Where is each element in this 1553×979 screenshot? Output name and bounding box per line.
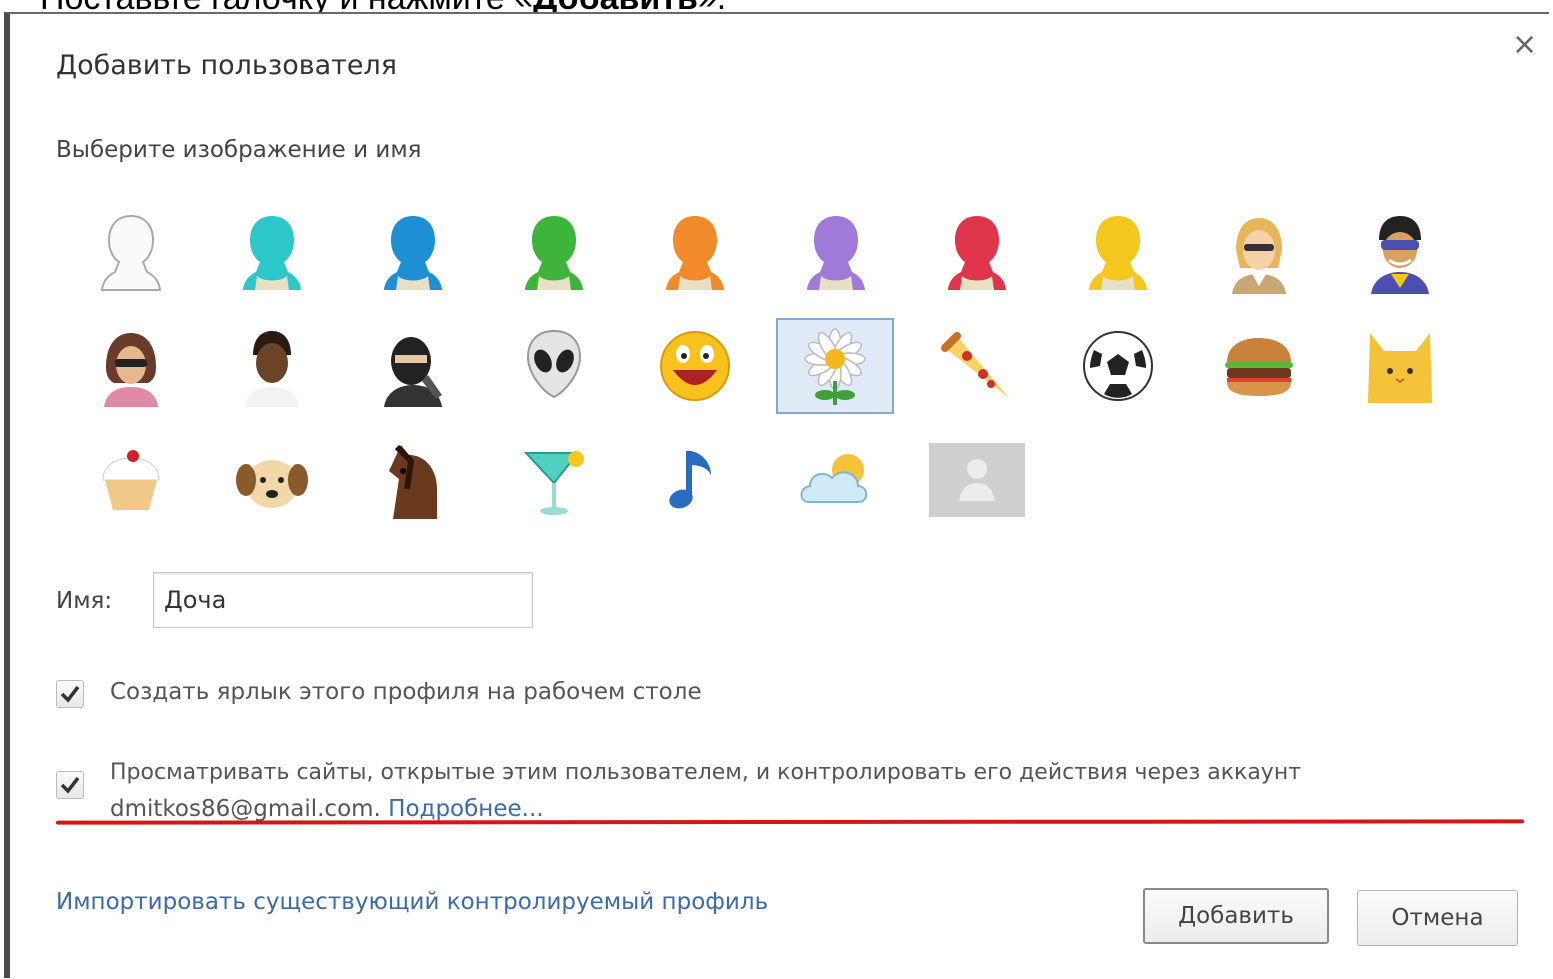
dialog-subtitle: Выберите изображение и имя — [56, 137, 422, 163]
shortcut-checkbox[interactable] — [56, 680, 84, 708]
avatar-businesswoman-icon[interactable] — [1200, 205, 1318, 301]
name-input[interactable] — [153, 572, 533, 628]
avatar-horse-icon[interactable] — [354, 432, 472, 528]
import-supervised-profile-link[interactable]: Импортировать существующий контролируемы… — [56, 889, 768, 915]
avatar-silhouette-purple-icon[interactable] — [777, 205, 895, 301]
avatar-superhero-icon[interactable] — [1341, 205, 1459, 301]
avatar-silhouette-orange-icon[interactable] — [636, 205, 754, 301]
checkmark-icon — [60, 776, 80, 794]
close-icon[interactable]: × — [1512, 30, 1537, 60]
avatar-silhouette-green-icon[interactable] — [495, 205, 613, 301]
avatar-music-note-icon[interactable] — [636, 432, 754, 528]
avatar-cupcake-icon[interactable] — [72, 432, 190, 528]
avatar-burger-icon[interactable] — [1200, 318, 1318, 414]
avatar-silhouette-yellow-icon[interactable] — [1059, 205, 1177, 301]
cancel-button[interactable]: Отмена — [1357, 890, 1518, 946]
avatar-flower-icon[interactable] — [776, 318, 894, 414]
avatar-cloud-sun-icon[interactable] — [777, 432, 895, 528]
avatar-cocktail-icon[interactable] — [495, 432, 613, 528]
avatar-ninja-icon[interactable] — [354, 318, 472, 414]
learn-more-link[interactable]: Подробнее... — [388, 796, 543, 822]
avatar-silhouette-red-icon[interactable] — [918, 205, 1036, 301]
supervised-checkbox[interactable] — [56, 771, 84, 799]
checkmark-icon — [60, 685, 80, 703]
avatar-alien-icon[interactable] — [495, 318, 613, 414]
dialog-title: Добавить пользователя — [56, 50, 398, 81]
supervised-label-line1: Просматривать сайты, открытые этим польз… — [110, 760, 1302, 785]
avatar-generic-person-icon[interactable] — [918, 432, 1036, 528]
avatar-smiley-icon[interactable] — [636, 318, 754, 414]
avatar-silhouette-white-icon[interactable] — [72, 205, 190, 301]
shortcut-checkbox-label: Создать ярлык этого профиля на рабочем с… — [110, 679, 702, 705]
name-label: Имя: — [56, 588, 113, 614]
account-email: dmitkos86@gmail.com. — [110, 796, 381, 822]
avatar-woman-sunglasses-icon[interactable] — [72, 318, 190, 414]
supervised-checkbox-label: Просматривать сайты, открытые этим польз… — [110, 755, 1530, 827]
avatar-soccer-ball-icon[interactable] — [1059, 318, 1177, 414]
avatar-man-icon[interactable] — [213, 318, 331, 414]
avatar-silhouette-cyan-icon[interactable] — [213, 205, 331, 301]
avatar-pizza-icon[interactable] — [918, 318, 1036, 414]
avatar-cat-icon[interactable] — [1341, 318, 1459, 414]
add-button[interactable]: Добавить — [1143, 888, 1329, 944]
avatar-silhouette-blue-icon[interactable] — [354, 205, 472, 301]
avatar-dog-icon[interactable] — [213, 432, 331, 528]
